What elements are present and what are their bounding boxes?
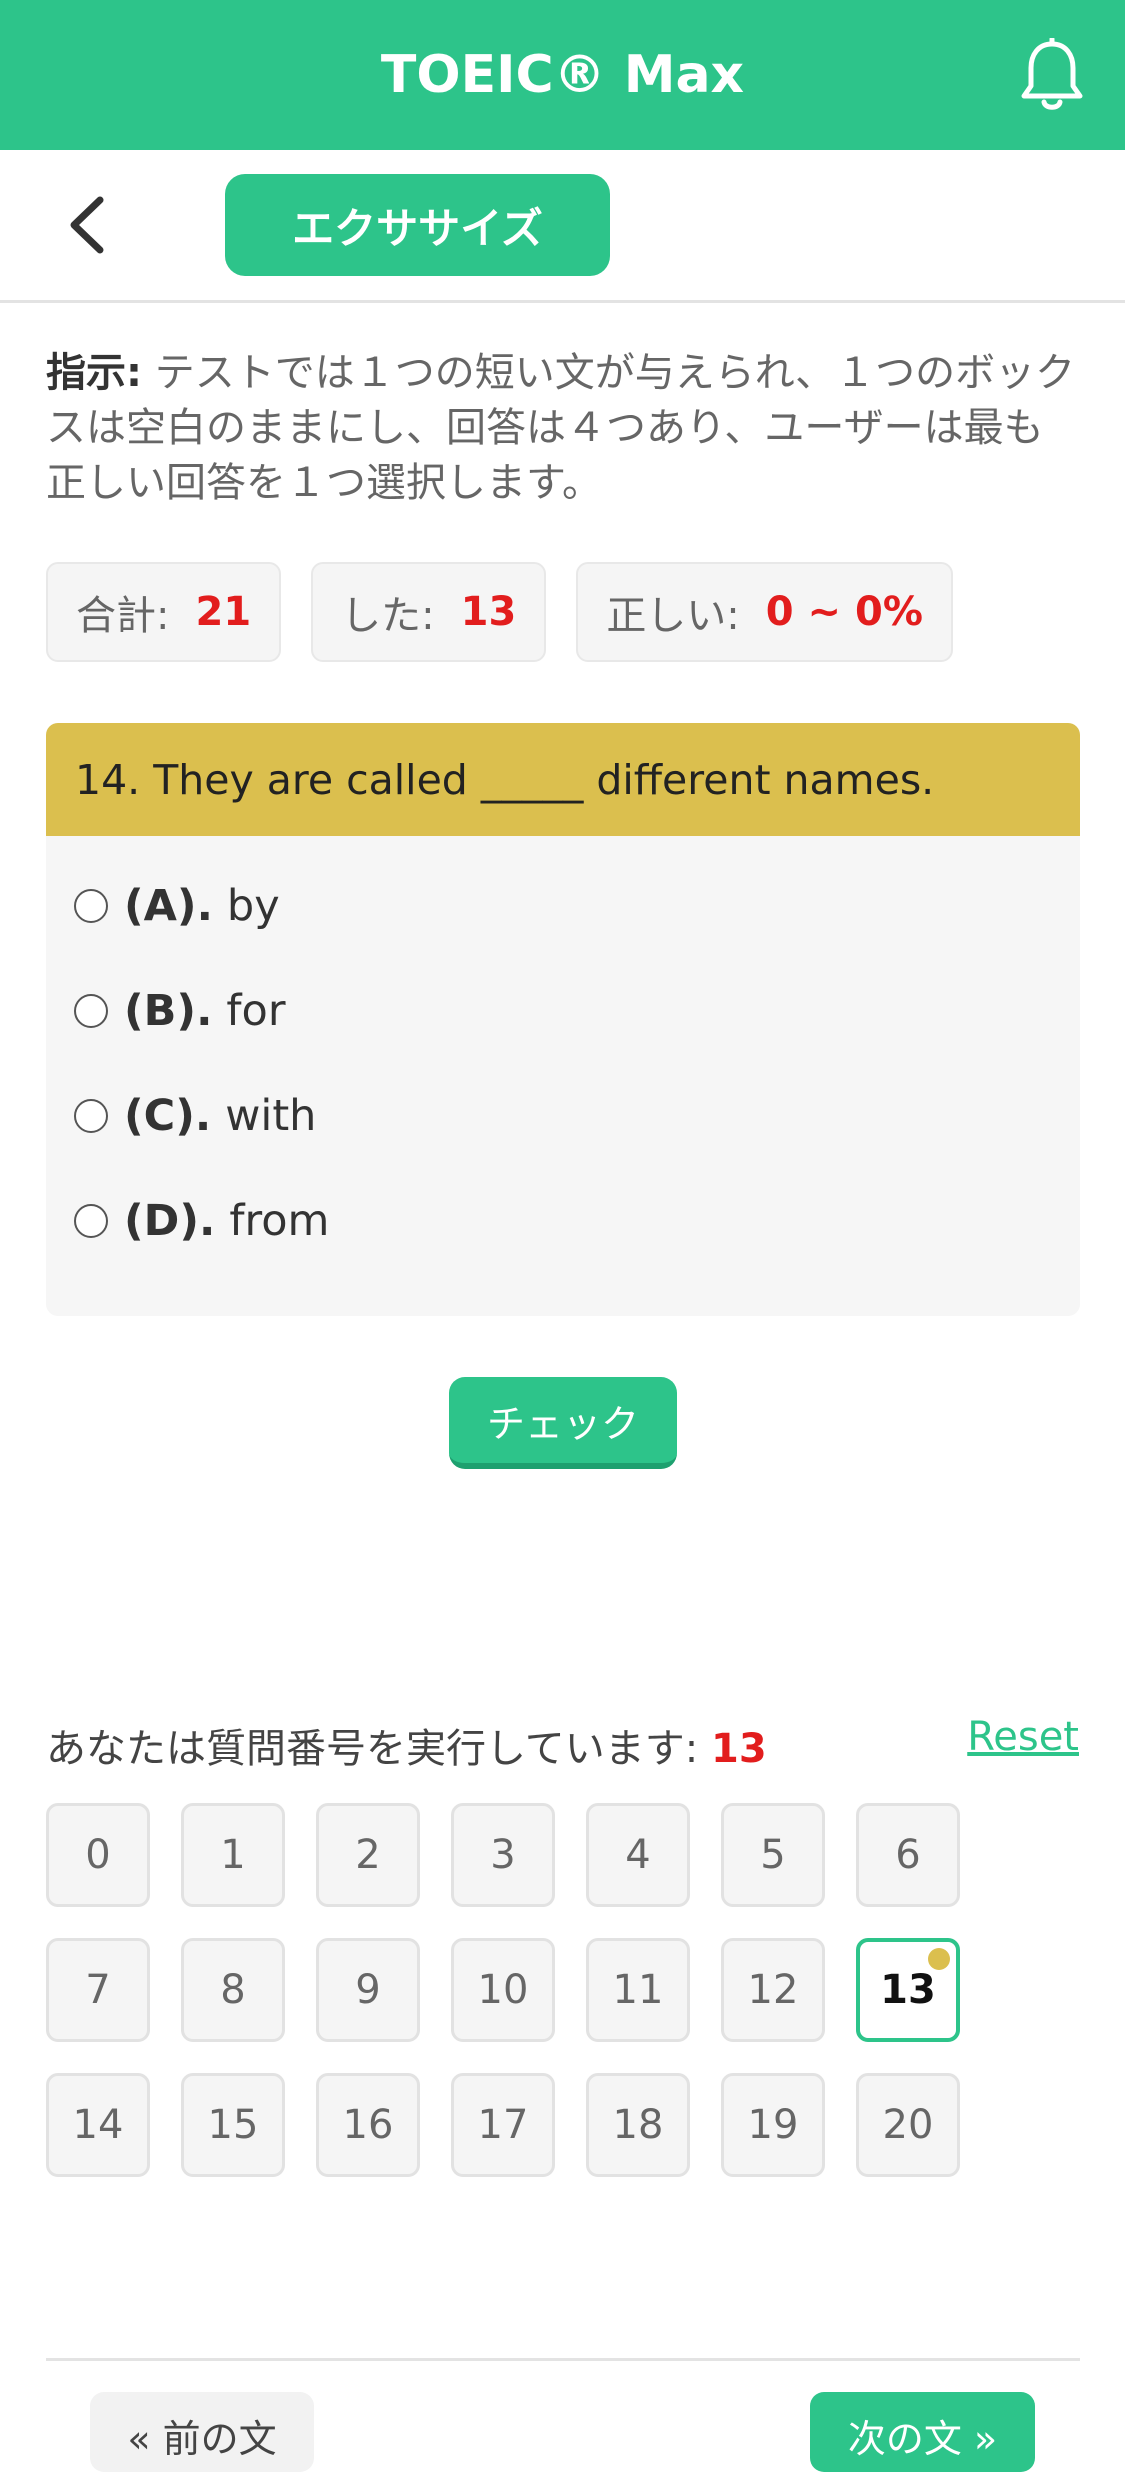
bell-icon[interactable] [1019, 38, 1085, 114]
current-indicator-dot [928, 1948, 950, 1970]
stat-value: 0 ~ 0% [765, 589, 923, 635]
question-number: 12 [747, 1967, 799, 2013]
question-number: 18 [612, 2102, 664, 2148]
instruction-body: テストでは１つの短い文が与えられ、１つのボックスは空白のままにし、回答は４つあり… [46, 350, 1076, 506]
option-key: (B). [124, 985, 213, 1036]
question-number-cell[interactable]: 9 [316, 1938, 420, 2042]
question-number: 0 [85, 1832, 111, 1878]
question-number-cell[interactable]: 5 [721, 1803, 825, 1907]
app-title: TOEIC® Max [380, 45, 745, 105]
question-number: 5 [760, 1832, 786, 1878]
question-number-cell[interactable]: 2 [316, 1803, 420, 1907]
option-a[interactable]: (A). by [46, 853, 1080, 958]
question-number: 6 [895, 1832, 921, 1878]
reset-link[interactable]: Reset [967, 1714, 1079, 1760]
question-number: 1 [220, 1832, 246, 1878]
question-number-grid: 0 1 2 3 4 5 6 7 8 9 10 11 12 13 14 15 16 17 18 19 20 [46, 1803, 1026, 2177]
question-number: 16 [342, 2102, 394, 2148]
divider [46, 2358, 1080, 2361]
option-text: with [225, 1090, 317, 1141]
radio-button[interactable] [74, 1203, 108, 1238]
tab-exercise[interactable]: エクササイズ [225, 174, 610, 276]
question-number-cell[interactable]: 4 [586, 1803, 690, 1907]
question-number-cell[interactable]: 0 [46, 1803, 150, 1907]
radio-button[interactable] [74, 993, 108, 1028]
question-number: 20 [882, 2102, 934, 2148]
question-number-cell[interactable]: 20 [856, 2073, 960, 2177]
status-label: あなたは質問番号を実行しています: [46, 1726, 699, 1772]
current-question-status: あなたは質問番号を実行しています: 13 [46, 1716, 767, 1774]
question-number: 15 [207, 2102, 259, 2148]
question-number-cell[interactable]: 11 [586, 1938, 690, 2042]
question-number: 10 [477, 1967, 529, 2013]
stat-label: 合計: [76, 593, 170, 639]
app-header: TOEIC® Max [0, 0, 1125, 150]
stat-label: 正しい: [606, 593, 740, 639]
option-text: from [229, 1195, 330, 1246]
question-number-cell[interactable]: 6 [856, 1803, 960, 1907]
question-number: 7 [85, 1967, 111, 2013]
radio-button[interactable] [74, 1098, 108, 1133]
question-number-cell[interactable]: 8 [181, 1938, 285, 2042]
question-number: 17 [477, 2102, 529, 2148]
previous-button[interactable]: « 前の文 [90, 2392, 314, 2472]
question-number-cell[interactable]: 15 [181, 2073, 285, 2177]
stat-total: 合計: 21 [46, 562, 282, 662]
question-number: 13 [880, 1967, 936, 2013]
chevron-left-icon[interactable] [62, 194, 112, 256]
question-number-cell[interactable]: 3 [451, 1803, 555, 1907]
stat-correct: 正しい: 0 ~ 0% [576, 562, 953, 662]
question-number: 3 [490, 1832, 516, 1878]
option-text: for [226, 985, 286, 1036]
question-number: 11 [612, 1967, 664, 2013]
question-number-cell[interactable]: 19 [721, 2073, 825, 2177]
question-text: 14. They are called _____ different name… [46, 723, 1080, 836]
question-number-cell[interactable]: 14 [46, 2073, 150, 2177]
stat-done: した: 13 [311, 562, 547, 662]
question-number-cell[interactable]: 12 [721, 1938, 825, 2042]
check-button[interactable]: チェック [449, 1377, 677, 1469]
instruction-text: 指示: テストでは１つの短い文が与えられ、１つのボックスは空白のままにし、回答は… [46, 346, 1076, 511]
next-button[interactable]: 次の文 » [810, 2392, 1035, 2472]
question-card: 14. They are called _____ different name… [46, 723, 1080, 1316]
question-number: 9 [355, 1967, 381, 2013]
option-key: (A). [124, 880, 213, 931]
option-key: (D). [124, 1195, 216, 1246]
instruction-label: 指示: [46, 350, 142, 396]
option-key: (C). [124, 1090, 212, 1141]
option-c[interactable]: (C). with [46, 1063, 1080, 1168]
question-number: 14 [72, 2102, 124, 2148]
question-number: 8 [220, 1967, 246, 2013]
question-number-cell[interactable]: 18 [586, 2073, 690, 2177]
sub-navigation: エクササイズ [0, 150, 1125, 303]
question-number: 4 [625, 1832, 651, 1878]
current-question-number: 13 [711, 1726, 767, 1772]
question-number-cell[interactable]: 10 [451, 1938, 555, 2042]
option-text: by [226, 880, 280, 931]
question-number-cell[interactable]: 17 [451, 2073, 555, 2177]
stat-label: した: [341, 593, 435, 639]
question-number-cell[interactable]: 7 [46, 1938, 150, 2042]
option-b[interactable]: (B). for [46, 958, 1080, 1063]
radio-button[interactable] [74, 888, 108, 923]
stat-value: 13 [460, 589, 517, 635]
question-number: 19 [747, 2102, 799, 2148]
question-number-cell[interactable]: 13 [856, 1938, 960, 2042]
question-number-cell[interactable]: 16 [316, 2073, 420, 2177]
stats-bar: 合計: 21 した: 13 正しい: 0 ~ 0% [46, 562, 983, 662]
stat-value: 21 [195, 589, 252, 635]
question-number: 2 [355, 1832, 381, 1878]
option-d[interactable]: (D). from [46, 1168, 1080, 1273]
question-number-cell[interactable]: 1 [181, 1803, 285, 1907]
